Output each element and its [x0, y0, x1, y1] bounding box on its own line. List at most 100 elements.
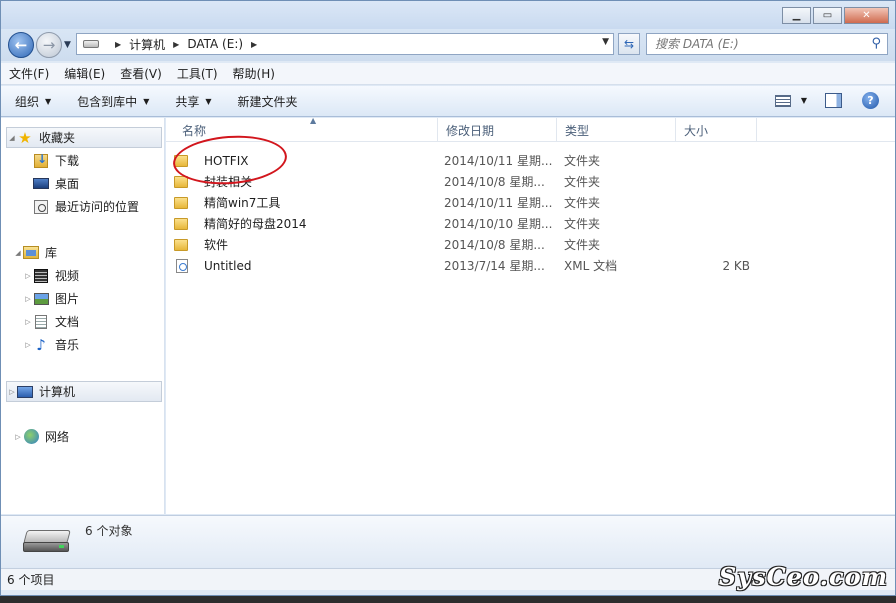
refresh-button[interactable]: ⇆ — [618, 33, 640, 55]
forward-button[interactable]: → — [36, 32, 62, 58]
nav-videos-label: 视频 — [55, 269, 80, 283]
expand-arrow-icon[interactable]: ◢ — [13, 249, 23, 257]
back-arrow-icon: ← — [14, 36, 28, 54]
file-date: 2013/7/14 星期... — [444, 259, 545, 273]
include-in-library-label: 包含到库中 — [77, 94, 138, 109]
minimize-button[interactable]: ▁ — [782, 7, 811, 24]
picture-glyph — [33, 292, 49, 305]
command-bar: 组织 ▼ 包含到库中 ▼ 共享 ▼ 新建文件夹 ▼ ? — [1, 86, 895, 117]
search-box[interactable]: ⚲ — [646, 33, 888, 55]
expand-arrow-icon[interactable]: ▷ — [23, 295, 33, 303]
file-date: 2014/10/8 星期... — [444, 238, 545, 252]
organize-label: 组织 — [15, 94, 40, 109]
view-options-dropdown-icon[interactable]: ▼ — [801, 96, 807, 105]
share-button[interactable]: 共享 ▼ — [175, 93, 211, 110]
nav-music[interactable]: ▷ ♪ 音乐 — [23, 334, 79, 355]
folder-icon — [174, 196, 188, 209]
search-input[interactable] — [655, 37, 855, 51]
menu-bar: 文件(F) 编辑(E) 查看(V) 工具(T) 帮助(H) — [1, 63, 895, 85]
file-row[interactable]: 软件 2014/10/8 星期... 文件夹 — [174, 234, 774, 255]
file-row[interactable]: HOTFIX 2014/10/11 星期... 文件夹 — [174, 150, 774, 171]
nav-libraries[interactable]: ◢ 库 — [13, 242, 57, 263]
document-glyph — [35, 314, 47, 329]
nav-pictures[interactable]: ▷ 图片 — [23, 288, 79, 309]
expand-arrow-icon[interactable]: ◢ — [7, 134, 17, 142]
chevron-down-icon: ▼ — [143, 96, 150, 106]
organize-button[interactable]: 组织 ▼ — [15, 93, 51, 110]
file-date: 2014/10/11 星期... — [444, 196, 553, 210]
nav-computer[interactable]: ▷ 计算机 — [6, 381, 162, 402]
nav-documents[interactable]: ▷ 文档 — [23, 311, 79, 332]
music-icon: ♪ — [33, 336, 49, 354]
maximize-button[interactable]: ▭ — [813, 7, 842, 24]
recent-pages-dropdown[interactable]: ▼ — [64, 40, 71, 50]
breadcrumb-drive[interactable]: DATA (E:) — [187, 37, 243, 51]
breadcrumb-computer[interactable]: 计算机 — [129, 36, 165, 53]
network-icon — [23, 429, 39, 444]
expand-arrow-icon[interactable]: ▷ — [23, 318, 33, 326]
title-bar[interactable]: ▁ ▭ ✕ — [1, 1, 895, 29]
nav-documents-label: 文档 — [55, 315, 80, 329]
file-date: 2014/10/10 星期... — [444, 217, 553, 231]
column-date[interactable]: 修改日期 — [438, 118, 557, 142]
file-date: 2014/10/8 星期... — [444, 175, 545, 189]
close-icon: ✕ — [862, 10, 871, 21]
nav-downloads[interactable]: 下载 — [33, 150, 79, 171]
new-folder-button[interactable]: 新建文件夹 — [238, 93, 298, 110]
file-name: 软件 — [204, 238, 229, 252]
nav-desktop[interactable]: 桌面 — [33, 173, 79, 194]
star-icon: ★ — [17, 128, 33, 147]
menu-view[interactable]: 查看(V) — [120, 65, 162, 82]
back-button[interactable]: ← — [8, 32, 34, 58]
file-row[interactable]: 精简好的母盘2014 2014/10/10 星期... 文件夹 — [174, 213, 774, 234]
help-icon[interactable]: ? — [862, 92, 879, 109]
nav-recent-places[interactable]: 最近访问的位置 — [33, 196, 139, 217]
nav-favorites[interactable]: ◢ ★ 收藏夹 — [6, 127, 162, 148]
column-size[interactable]: 大小 — [676, 118, 757, 142]
file-row[interactable]: 精简win7工具 2014/10/11 星期... 文件夹 — [174, 192, 774, 213]
address-bar[interactable]: ▶ 计算机 ▶ DATA (E:) ▶ ▼ — [76, 33, 614, 55]
file-date: 2014/10/11 星期... — [444, 154, 553, 168]
downloads-icon — [33, 152, 49, 168]
chevron-down-icon: ▼ — [205, 96, 212, 106]
nav-network[interactable]: ▷ 网络 — [13, 426, 69, 447]
hard-drive-led — [59, 545, 64, 548]
file-type: 文件夹 — [564, 196, 601, 210]
preview-pane-icon[interactable] — [825, 93, 842, 108]
breadcrumb-separator-icon[interactable]: ▶ — [115, 40, 121, 49]
expand-arrow-icon[interactable]: ▷ — [7, 388, 17, 396]
document-icon — [33, 314, 49, 329]
include-in-library-button[interactable]: 包含到库中 ▼ — [77, 93, 149, 110]
menu-help[interactable]: 帮助(H) — [233, 65, 275, 82]
address-dropdown-icon[interactable]: ▼ — [602, 37, 609, 47]
video-glyph — [34, 268, 48, 283]
picture-icon — [33, 292, 49, 306]
drive-icon — [83, 40, 99, 48]
menu-tools[interactable]: 工具(T) — [177, 65, 218, 82]
breadcrumb-separator-icon[interactable]: ▶ — [251, 40, 257, 49]
caption-buttons: ▁ ▭ ✕ — [782, 7, 889, 24]
column-date-label: 修改日期 — [446, 123, 495, 138]
column-type[interactable]: 类型 — [557, 118, 676, 142]
nav-desktop-label: 桌面 — [55, 177, 80, 191]
close-button[interactable]: ✕ — [844, 7, 889, 24]
expand-arrow-icon[interactable]: ▷ — [13, 433, 23, 441]
folder-icon — [174, 175, 188, 188]
column-name[interactable]: 名称 ▲ — [174, 116, 438, 142]
file-name: HOTFIX — [204, 153, 249, 168]
file-row[interactable]: Untitled 2013/7/14 星期... XML 文档 2 KB — [174, 255, 774, 276]
explorer-window: ▁ ▭ ✕ ← → ▼ ▶ 计算机 ▶ DATA (E:) ▶ ▼ ⇆ ⚲ 文件… — [0, 0, 896, 596]
menu-edit[interactable]: 编辑(E) — [64, 65, 105, 82]
star-glyph: ★ — [18, 128, 32, 147]
expand-arrow-icon[interactable]: ▷ — [23, 272, 33, 280]
file-list: 名称 ▲ 修改日期 类型 大小 HOTFIX 2014/10/11 星期... … — [166, 116, 895, 514]
breadcrumb-separator-icon[interactable]: ▶ — [173, 40, 179, 49]
expand-arrow-icon[interactable]: ▷ — [23, 341, 33, 349]
search-icon[interactable]: ⚲ — [871, 36, 881, 51]
menu-file[interactable]: 文件(F) — [9, 65, 49, 82]
nav-videos[interactable]: ▷ 视频 — [23, 265, 79, 286]
folder-icon — [174, 217, 188, 230]
maximize-icon: ▭ — [822, 10, 833, 21]
view-details-icon[interactable] — [774, 94, 791, 107]
file-row[interactable]: 封装相关 2014/10/8 星期... 文件夹 — [174, 171, 774, 192]
